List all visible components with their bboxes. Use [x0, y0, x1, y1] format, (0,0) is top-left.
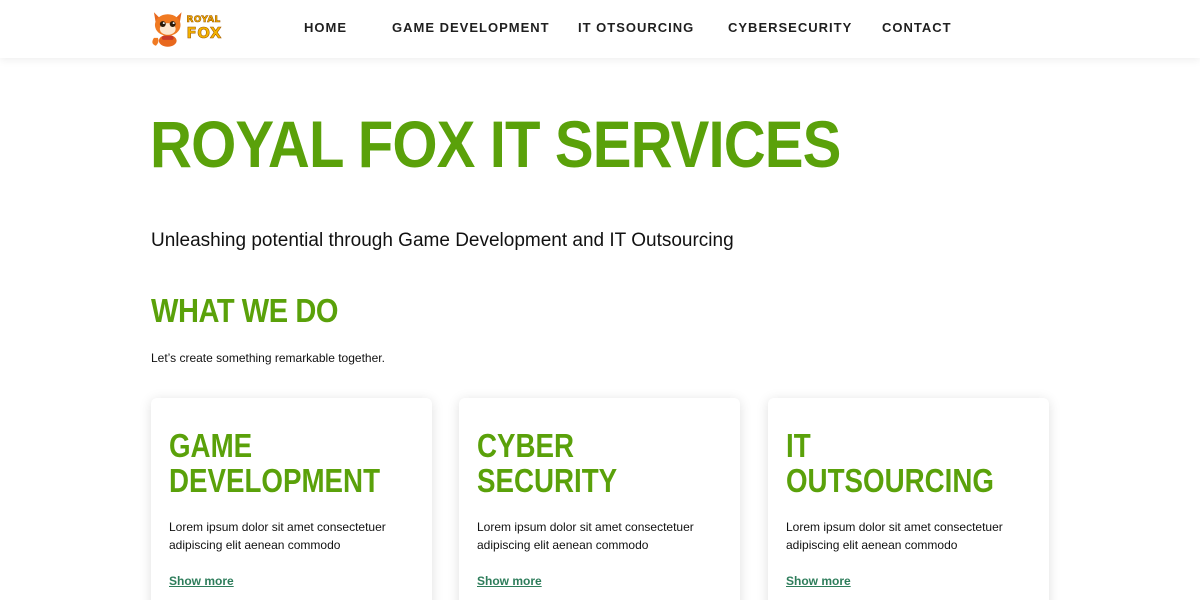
service-card-it-outsourcing: IT OUTSOURCING Lorem ipsum dolor sit ame…	[768, 398, 1049, 600]
nav-cybersecurity[interactable]: CYBERSECURITY	[728, 20, 852, 35]
service-card-game-development: GAME DEVELOPMENT Lorem ipsum dolor sit a…	[151, 398, 432, 600]
section-subtitle: Let’s create something remarkable togeth…	[151, 351, 385, 365]
card-title-line2: DEVELOPMENT	[169, 462, 381, 499]
card-title-line1: GAME	[169, 427, 253, 464]
nav-contact[interactable]: CONTACT	[882, 20, 952, 35]
card-title-line2: OUTSOURCING	[786, 462, 994, 499]
show-more-link[interactable]: Show more	[169, 574, 234, 588]
site-header: ROYAL FOX HOME GAME DEVELOPMENT IT OTSOU…	[0, 0, 1200, 58]
card-description: Lorem ipsum dolor sit amet consectetuer …	[477, 520, 694, 552]
nav-game-development[interactable]: GAME DEVELOPMENT	[392, 20, 550, 35]
card-title: IT OUTSOURCING	[786, 428, 994, 498]
card-title-line1: CYBER	[477, 427, 575, 464]
show-more-link[interactable]: Show more	[477, 574, 542, 588]
card-title-line1: IT	[786, 427, 811, 464]
main-nav: HOME GAME DEVELOPMENT IT OTSOURCING CYBE…	[0, 0, 1200, 58]
card-title: CYBER SECURITY	[477, 428, 617, 498]
show-more-link[interactable]: Show more	[786, 574, 851, 588]
nav-home[interactable]: HOME	[304, 20, 347, 35]
card-description: Lorem ipsum dolor sit amet consectetuer …	[786, 520, 1003, 552]
nav-it-outsourcing[interactable]: IT OTSOURCING	[578, 20, 694, 35]
card-title-line2: SECURITY	[477, 462, 618, 499]
card-title: GAME DEVELOPMENT	[169, 428, 380, 498]
hero-tagline: Unleashing potential through Game Develo…	[151, 230, 734, 251]
section-title: WHAT WE DO	[151, 292, 339, 329]
card-description: Lorem ipsum dolor sit amet consectetuer …	[169, 520, 386, 552]
hero-title: ROYAL FOX IT SERVICES	[150, 107, 841, 181]
service-card-cyber-security: CYBER SECURITY Lorem ipsum dolor sit ame…	[459, 398, 740, 600]
